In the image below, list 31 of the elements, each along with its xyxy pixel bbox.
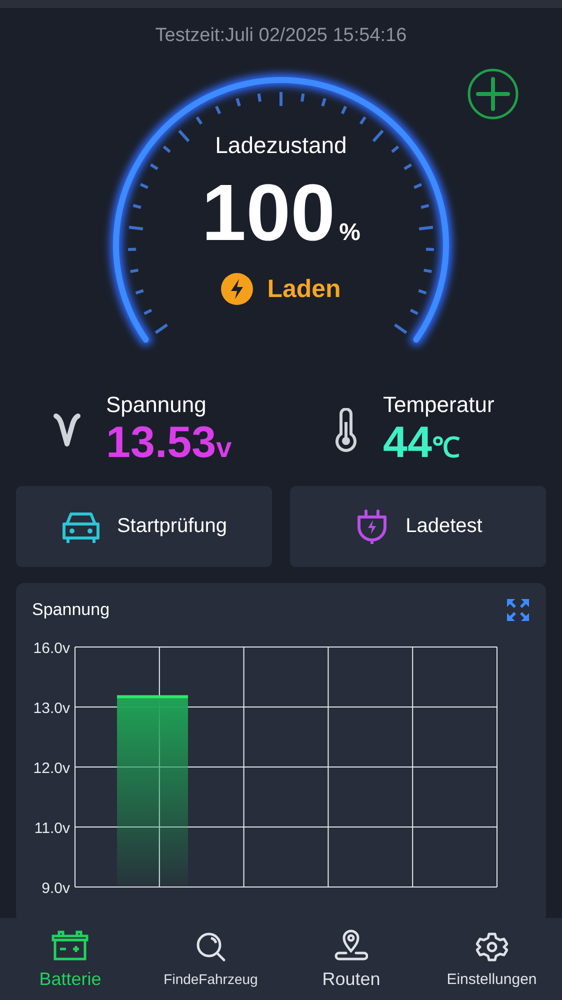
stat-label: Spannung (106, 392, 208, 418)
add-icon[interactable] (467, 68, 519, 120)
stat-value: 44 (383, 418, 432, 468)
y-axis-label: 12.0v (33, 760, 70, 777)
location-pin-icon (334, 928, 368, 960)
nav-tab[interactable]: Einstellungen (422, 918, 562, 1000)
stat-unit: v (216, 432, 232, 464)
charging-status: Laden (267, 274, 341, 304)
lightning-icon (221, 273, 254, 305)
y-axis-label: 13.0v (33, 700, 70, 717)
search-icon (194, 931, 227, 963)
gauge-label: Ladezustand (215, 132, 347, 159)
y-axis-label: 11.0v (34, 820, 70, 837)
nav-tab[interactable]: Routen (281, 918, 422, 1000)
settings-icon (476, 930, 508, 962)
stat-value: 13.53 (106, 418, 216, 468)
test-time: Testzeit:Juli 02/2025 15:54:16 (154, 25, 408, 47)
percent-unit: % (339, 219, 360, 247)
car-icon (60, 510, 101, 544)
stat-unit: ℃ (432, 432, 460, 465)
charge-percent: 100 (202, 171, 336, 255)
test-button[interactable]: Startprüfung (16, 486, 272, 567)
nav-tab[interactable]: Batterie (0, 918, 140, 1000)
y-axis-label: 9.0v (42, 880, 70, 897)
expand-icon[interactable] (506, 598, 530, 622)
test-button[interactable]: Ladetest (290, 486, 546, 567)
battery-icon (51, 928, 90, 960)
chart-title: Spannung (32, 600, 110, 620)
stat-label: Temperatur (383, 392, 494, 418)
nav-tab[interactable]: FindeFahrzeug (140, 918, 281, 1000)
y-axis-label: 16.0v (33, 640, 70, 657)
